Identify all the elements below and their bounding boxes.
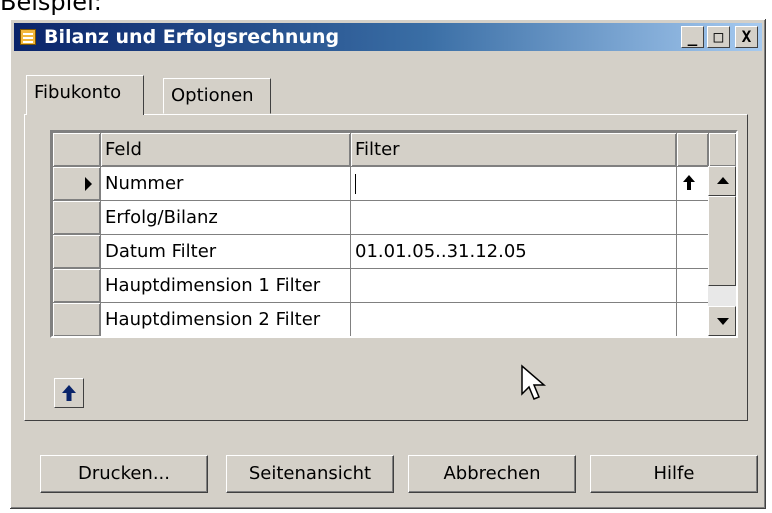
print-button[interactable]: Drucken... [40, 455, 208, 493]
maximize-button[interactable]: □ [707, 26, 730, 48]
blue-up-arrow-icon [62, 385, 76, 401]
filter-input[interactable] [350, 302, 677, 336]
column-header-feld[interactable]: Feld [100, 132, 351, 167]
scroll-thumb[interactable] [708, 196, 736, 286]
row-selector[interactable] [52, 166, 101, 201]
filter-input[interactable] [350, 200, 677, 235]
scroll-down-button[interactable] [708, 306, 736, 336]
current-row-icon [85, 177, 92, 191]
field-cell: Erfolg/Bilanz [100, 200, 351, 235]
close-button[interactable]: X [735, 26, 758, 48]
mouse-pointer-icon [521, 364, 547, 400]
move-up-arrow-icon[interactable] [676, 170, 702, 196]
row-selector[interactable] [52, 302, 101, 336]
help-button[interactable]: Hilfe [590, 455, 758, 493]
row-extra-cell [676, 268, 709, 303]
row-selector[interactable] [52, 234, 101, 269]
row-extra-cell [676, 234, 709, 269]
column-header-extra [676, 132, 709, 167]
filter-input-active[interactable] [350, 166, 677, 201]
row-extra-cell [676, 302, 709, 336]
column-header-filter[interactable]: Filter [350, 132, 677, 167]
preview-button[interactable]: Seitenansicht [226, 455, 394, 493]
tab-optionen[interactable]: Optionen [163, 78, 271, 114]
grid-corner [52, 132, 101, 167]
window-title: Bilanz und Erfolgsrechnung [44, 26, 340, 48]
scroll-down-icon [717, 318, 729, 325]
filter-input[interactable] [350, 268, 677, 303]
field-cell: Nummer [100, 166, 351, 201]
cancel-button[interactable]: Abbrechen [408, 455, 576, 493]
text-cursor [355, 174, 356, 194]
row-extra-cell [676, 200, 709, 235]
filter-grid: Feld Filter Nummer Erfolg/Bilanz Datum F… [50, 130, 738, 338]
tab-fibukonto[interactable]: Fibukonto [26, 75, 144, 115]
vertical-scrollbar[interactable] [708, 166, 736, 336]
row-selector[interactable] [52, 200, 101, 235]
above-caption: Beispiel: [0, 0, 102, 16]
column-header-scroll [708, 132, 736, 167]
field-cell: Hauptdimension 2 Filter [100, 302, 351, 336]
app-icon [20, 29, 36, 45]
filter-input[interactable]: 01.01.05..31.12.05 [350, 234, 677, 269]
scroll-up-button[interactable] [708, 166, 736, 196]
minimize-button[interactable]: _ [681, 26, 704, 48]
row-selector[interactable] [52, 268, 101, 303]
title-bar[interactable]: Bilanz und Erfolgsrechnung _ □ X [14, 23, 762, 51]
move-up-button[interactable] [54, 378, 84, 408]
scroll-up-icon [717, 177, 729, 184]
field-cell: Hauptdimension 1 Filter [100, 268, 351, 303]
field-cell: Datum Filter [100, 234, 351, 269]
